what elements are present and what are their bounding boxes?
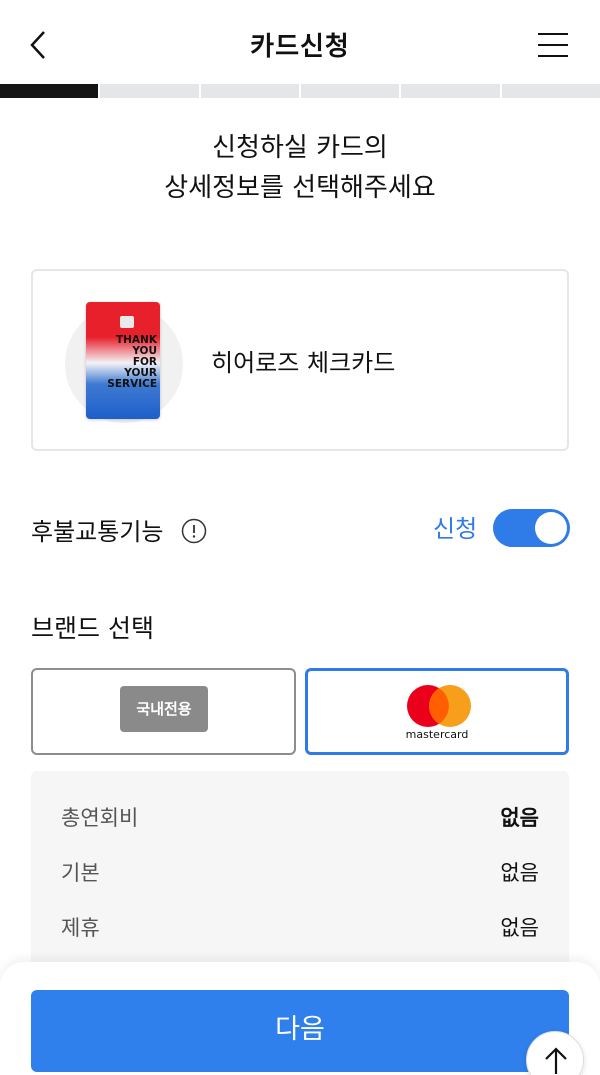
next-button[interactable]: 다음 [31,990,569,1072]
intro-line-1: 신청하실 카드의 [212,133,388,163]
fee-label: 총연회비 [61,806,139,830]
progress-step [300,84,400,98]
fee-row-basic: 기본 없음 [61,857,539,887]
brand-option-mastercard[interactable]: mastercard [305,668,569,755]
toggle-knob [535,512,567,544]
hamburger-menu-icon [538,33,568,57]
card-image: THANK YOU FOR YOUR SERVICE [86,302,160,419]
page-title: 카드신청 [250,32,350,62]
fee-value: 없음 [500,806,539,830]
arrow-up-icon [545,1047,567,1074]
card-art-text: THANK YOU FOR YOUR SERVICE [86,335,157,390]
brand-option-domestic[interactable]: 국내전용 [31,668,296,755]
card-art-line: SERVICE [107,378,157,390]
fee-value: 없음 [500,916,539,940]
domestic-badge: 국내전용 [120,686,208,732]
brand-section-label: 브랜드 선택 [31,614,154,643]
transit-status-label: 신청 [433,515,478,543]
progress-step [200,84,299,98]
scroll-top-button[interactable] [526,1031,584,1075]
progress-step [401,84,500,98]
mastercard-logo-icon [407,685,471,727]
fee-row-total: 총연회비 없음 [61,802,539,832]
menu-button[interactable] [536,30,570,60]
fee-value: 없음 [500,861,539,885]
progress-step [0,84,99,98]
fee-label: 제휴 [61,916,100,940]
transit-toggle[interactable] [493,509,570,547]
selected-card-panel: THANK YOU FOR YOUR SERVICE 히어로즈 체크카드 [31,269,569,451]
mastercard-wordmark: mastercard [405,728,469,741]
step-progress-bar [0,84,600,98]
app-header: 카드신청 [0,0,600,84]
card-name: 히어로즈 체크카드 [211,349,396,377]
progress-step [501,84,600,98]
intro-line-2: 상세정보를 선택해주세요 [164,173,436,203]
fee-label: 기본 [61,861,100,885]
transit-function-label: 후불교통기능 [31,518,164,546]
progress-step [100,84,199,98]
fee-row-partner: 제휴 없음 [61,912,539,942]
info-icon[interactable] [181,518,207,544]
intro-heading: 신청하실 카드의 상세정보를 선택해주세요 [0,128,600,208]
card-chip [120,316,134,328]
